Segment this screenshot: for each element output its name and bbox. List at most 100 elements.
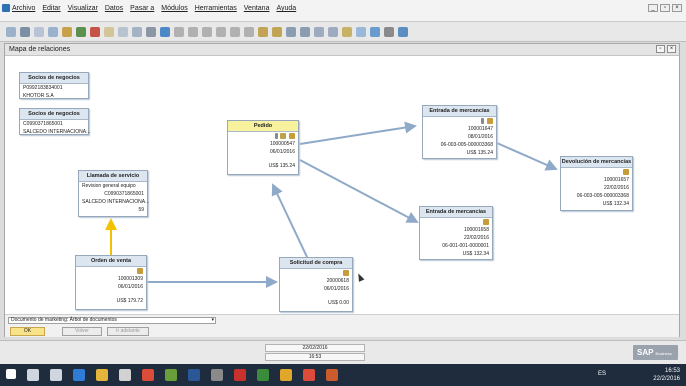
ok-button[interactable]: OK [10,327,45,336]
card-sales-order[interactable]: Orden de venta 100001309 06/01/2016 US$ … [75,255,147,310]
print-icon[interactable] [20,27,30,37]
menu-ayuda[interactable]: Ayuda [276,5,296,12]
find-icon[interactable] [132,27,142,37]
card-subject: Revision general equipo [82,183,136,189]
lock-icon[interactable] [343,270,349,276]
previous-record-icon[interactable] [188,27,198,37]
email-icon[interactable] [34,27,44,37]
target-document-icon[interactable] [272,27,282,37]
card-total: US$ 179.72 [116,298,143,304]
toolbar-icons [6,27,408,37]
lock-icon[interactable] [137,268,143,274]
app-icon-5[interactable] [326,369,338,381]
sap-app-icon[interactable] [280,369,292,381]
document-tree-select[interactable]: Documento de marketing: Árbol de documen… [8,317,216,324]
app-icon-2[interactable] [211,369,223,381]
next-record-icon[interactable] [202,27,212,37]
card-service-call[interactable]: Llamada de servicio Revision general equ… [78,170,149,217]
language-indicator[interactable]: ES [598,371,606,377]
card-business-partner-2[interactable]: Socios de negocios C0990371865001 SALCED… [19,108,90,135]
filter-icon[interactable] [230,27,240,37]
card-goods-return[interactable]: Devolución de mercancías 100001657 22/02… [560,156,633,211]
layout-designer-icon[interactable] [328,27,338,37]
base-document-icon[interactable] [258,27,268,37]
search-icon[interactable] [27,369,39,381]
card-title: Devolución de mercancías [561,157,632,168]
lock-icon[interactable] [289,133,295,139]
chrome-icon[interactable] [142,369,154,381]
lock-icon[interactable] [487,118,493,124]
menu-archivo[interactable]: Archivo [12,5,35,12]
close-icon[interactable]: × [672,4,682,12]
chrome-icon-2[interactable] [303,369,315,381]
lock-icon[interactable] [483,219,489,225]
excel-icon[interactable] [76,27,86,37]
card-purchase-order[interactable]: Pedido 100000547 06/01/2016 US$ 135.24 [227,120,299,175]
gross-profit-icon[interactable] [314,27,324,37]
card-date: 06/01/2016 [269,149,295,155]
task-view-icon[interactable] [50,369,62,381]
back-button[interactable]: Volver [62,327,102,336]
launch-icon[interactable] [104,27,114,37]
preview-icon[interactable] [6,27,16,37]
edge-icon[interactable] [73,369,85,381]
restore-icon[interactable]: ▫ [660,4,670,12]
maximize-icon[interactable]: ▫ [656,45,665,53]
toolbar [0,22,686,42]
up-arrow-icon[interactable] [160,27,170,37]
card-purchase-request[interactable]: Solicitud de compra 20000618 06/01/2016 … [279,257,353,312]
journal-icon[interactable] [286,27,296,37]
chevron-down-icon[interactable]: ▾ [211,318,214,323]
attachment-icon[interactable] [481,118,485,124]
menu-datos[interactable]: Datos [105,5,123,12]
add-icon[interactable] [146,27,156,37]
card-business-partner-1[interactable]: Socios de negocios P0992183834001 KHOTOR… [19,72,89,99]
word-app-icon[interactable] [188,369,200,381]
windows-start-icon[interactable] [6,369,16,379]
first-record-icon[interactable] [174,27,184,37]
app-icon-3[interactable] [234,369,246,381]
calendar-icon[interactable] [356,27,366,37]
attachment-icon[interactable] [274,133,278,139]
inner-window-controls: ▫ × [656,45,676,53]
lock-icon[interactable] [623,169,629,175]
sort-icon[interactable] [244,27,254,37]
card-number: 59 [138,207,144,213]
pdf-icon[interactable] [90,27,100,37]
menu-ventana[interactable]: Ventana [244,5,270,12]
card-date: 06/01/2016 [117,284,143,290]
close-window-icon[interactable]: × [667,45,676,53]
payment-icon[interactable] [300,27,310,37]
menu-modulos[interactable]: Módulos [161,5,187,12]
app-icon-1[interactable] [165,369,177,381]
menu-editar[interactable]: Editar [42,5,60,12]
card-number: 100001309 [117,276,143,282]
relationship-map-icon[interactable] [370,27,380,37]
menu-items: Archivo Editar Visualizar Datos Pasar a … [12,5,296,12]
card-reference: 06-003-005-000003368 [440,142,493,148]
card-total: US$ 135.24 [268,163,295,169]
store-icon[interactable] [119,369,131,381]
menu-pasar-a[interactable]: Pasar a [130,5,154,12]
message-icon[interactable] [342,27,352,37]
last-record-icon[interactable] [216,27,226,37]
menu-visualizar[interactable]: Visualizar [68,5,98,12]
menu-herramientas[interactable]: Herramientas [195,5,237,12]
document-icon[interactable] [280,133,287,139]
card-title: Orden de venta [76,256,146,267]
arrow-pedido-to-entrada2 [299,159,419,223]
app-icon-4[interactable] [257,369,269,381]
card-goods-receipt-2[interactable]: Entrada de mercancías 100001658 22/02/20… [419,206,493,260]
help-icon[interactable] [398,27,408,37]
card-goods-receipt-1[interactable]: Entrada de mercancías 100001647 08/01/20… [422,105,497,159]
clock[interactable]: 16:53 22/2/2016 [653,367,680,383]
card-number: 20000618 [326,278,349,284]
forward-button[interactable]: Ir adelante [107,327,149,336]
word-icon[interactable] [62,27,72,37]
lock-screen-icon[interactable] [118,27,128,37]
minimize-icon[interactable]: _ [648,4,658,12]
settings-icon[interactable] [384,27,394,37]
export-icon[interactable] [48,27,58,37]
file-explorer-icon[interactable] [96,369,108,381]
card-number: 100000547 [269,141,295,147]
